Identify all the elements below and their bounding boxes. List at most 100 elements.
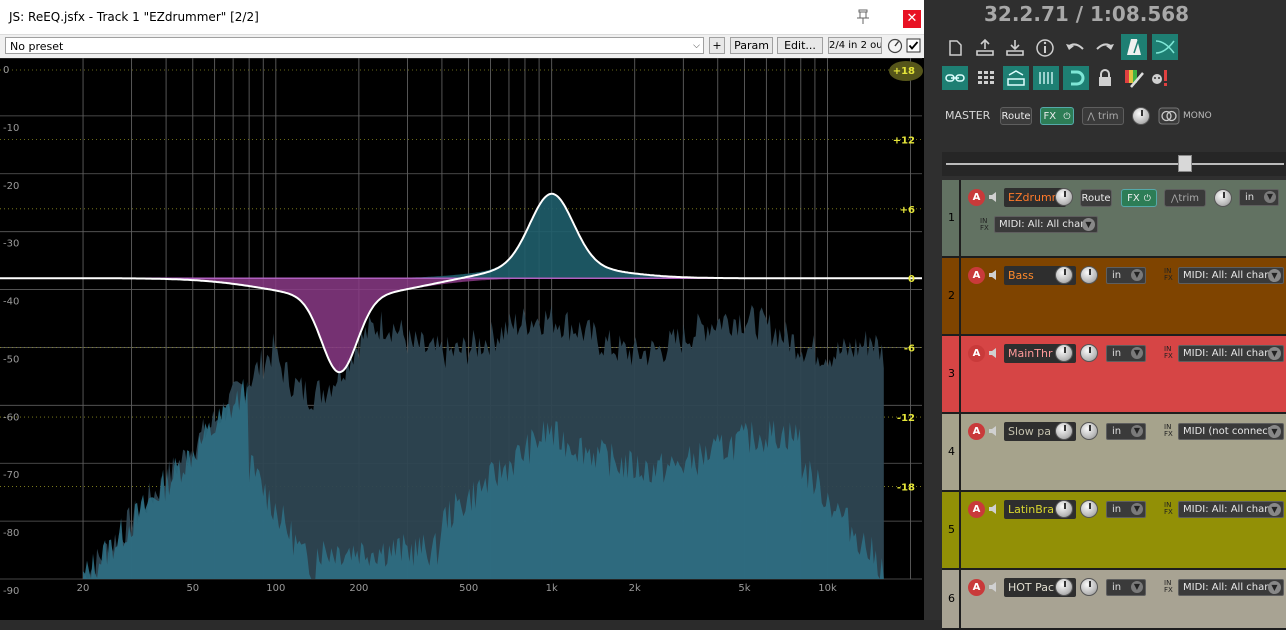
freq-axis-label: 100 (266, 583, 285, 594)
eq-display[interactable]: 0 -10 -20 -30 -40 -50 -60 -70 -80 -90 +18 +12 +6 0 -6 -… (0, 58, 924, 620)
track-row[interactable]: 3 A MainThr in ▼ IN FX MIDI: All: All chan ▼ (942, 336, 1286, 414)
input-fx-icon[interactable]: IN FX (1164, 424, 1173, 438)
speaker-icon[interactable] (988, 581, 1000, 593)
speaker-icon[interactable] (988, 269, 1000, 281)
record-arm-button[interactable]: A (968, 189, 985, 206)
track-number[interactable]: 4 (942, 414, 961, 490)
bypass-checkbox[interactable] (906, 38, 921, 53)
track-volume-knob[interactable] (1055, 344, 1073, 362)
mono-toggle-icon[interactable] (1158, 107, 1180, 125)
io-routing-button[interactable]: 2/4 in 2 ou (828, 37, 882, 54)
track-number[interactable]: 5 (942, 492, 961, 568)
track-row[interactable]: 6 A HOT Pac in ▼ IN FX MIDI: All: All chan ▼ (942, 570, 1286, 630)
chevron-down-icon: ▼ (1082, 218, 1095, 231)
input-fx-icon[interactable]: IN FX (1164, 580, 1173, 594)
crossfade-button[interactable] (1152, 34, 1178, 60)
track-number[interactable]: 2 (942, 258, 961, 334)
gain-axis-label: +12 (893, 135, 915, 146)
time-display[interactable]: 32.2.71 / 1:08.568 (984, 2, 1189, 26)
info-icon[interactable] (1034, 37, 1056, 59)
record-input-select[interactable]: in ▼ (1106, 579, 1146, 596)
record-input-select[interactable]: in ▼ (1106, 501, 1146, 518)
input-fx-icon[interactable]: IN FX (1164, 502, 1173, 516)
slider-thumb[interactable] (1178, 155, 1192, 172)
record-arm-button[interactable]: A (968, 579, 985, 596)
envelope-warning-icon[interactable] (1148, 67, 1170, 89)
snap-grid-button[interactable] (1033, 66, 1059, 90)
record-input-select[interactable]: in ▼ (1106, 267, 1146, 284)
undo-icon[interactable] (1064, 37, 1086, 59)
master-volume-slider[interactable] (942, 152, 1286, 176)
track-row[interactable]: 5 A LatinBra in ▼ IN FX MIDI: All: All chan ▼ (942, 492, 1286, 570)
pin-icon[interactable] (854, 8, 872, 26)
midi-input-select[interactable]: MIDI (not connect ▼ (1178, 423, 1284, 440)
master-pan-knob[interactable] (1132, 107, 1150, 125)
record-arm-button[interactable]: A (968, 345, 985, 362)
track-volume-knob[interactable] (1055, 266, 1073, 284)
preset-select[interactable]: No preset ⌵ (5, 37, 704, 54)
metronome-button[interactable] (1121, 34, 1147, 60)
speaker-icon[interactable] (988, 425, 1000, 437)
master-route-button[interactable]: Route (1000, 107, 1032, 125)
eq-graph[interactable]: 0 -10 -20 -30 -40 -50 -60 -70 -80 -90 +18 +12 +6 0 -6 -… (0, 58, 924, 620)
track-trim-button[interactable]: ⋀trim (1164, 189, 1206, 207)
input-fx-icon[interactable]: IN FX (1164, 268, 1173, 282)
track-row[interactable]: 1AEZdrummerRouteFX⏻⋀trimin▼INFXMIDI: All… (942, 180, 1286, 258)
add-preset-button[interactable]: + (709, 37, 725, 54)
record-arm-button[interactable]: A (968, 501, 985, 518)
redo-icon[interactable] (1094, 37, 1116, 59)
midi-input-select[interactable]: MIDI: All: All chan ▼ (1178, 501, 1284, 518)
close-button[interactable]: ✕ (903, 10, 921, 28)
item-grouping-button[interactable] (1003, 66, 1029, 90)
snap-magnet-button[interactable] (1063, 66, 1089, 90)
speaker-icon[interactable] (988, 347, 1000, 359)
master-fx-button[interactable]: FX ⏻ (1040, 107, 1074, 125)
new-project-icon[interactable] (944, 37, 966, 59)
param-button[interactable]: Param (730, 37, 773, 54)
record-arm-button[interactable]: A (968, 267, 985, 284)
track-volume-knob[interactable] (1055, 188, 1073, 206)
edit-button[interactable]: Edit... (777, 37, 823, 54)
track-pan-knob[interactable] (1080, 578, 1098, 596)
track-pan-knob[interactable] (1080, 344, 1098, 362)
track-route-button[interactable]: Route (1080, 189, 1112, 207)
plugin-titlebar[interactable]: JS: ReEQ.jsfx - Track 1 "EZdrummer" [2/2… (0, 0, 924, 35)
input-fx-icon[interactable]: IN FX (1164, 346, 1173, 360)
track-pan-knob[interactable] (1080, 500, 1098, 518)
track-row[interactable]: 2 A Bass in ▼ IN FX MIDI: All: All chan ▼ (942, 258, 1286, 336)
track-number[interactable]: 1 (942, 180, 961, 256)
grid-icon[interactable] (975, 67, 997, 89)
ripple-edit-button[interactable] (942, 66, 968, 90)
spectrum-analyzer (83, 305, 884, 579)
open-project-icon[interactable] (974, 37, 996, 59)
track-fx-button[interactable]: FX ⏻ (1121, 189, 1157, 207)
track-row[interactable]: 4 A Slow pa in ▼ IN FX MIDI (not connect ▼ (942, 414, 1286, 492)
track-volume-knob[interactable] (1055, 578, 1073, 596)
track-pan-knob[interactable] (1214, 189, 1232, 207)
master-trim-button[interactable]: ⋀ trim (1082, 107, 1124, 125)
save-project-icon[interactable] (1004, 37, 1026, 59)
midi-input-select[interactable]: MIDI: All: All chan ▼ (1178, 579, 1284, 596)
track-volume-knob[interactable] (1055, 422, 1073, 440)
record-input-select[interactable]: in ▼ (1239, 189, 1279, 206)
track-pan-knob[interactable] (1080, 422, 1098, 440)
midi-input-select[interactable]: MIDI: All: All chan ▼ (1178, 345, 1284, 362)
chevron-down-icon: ▼ (1268, 581, 1281, 594)
color-picker-icon[interactable] (1123, 67, 1145, 89)
input-fx-icon[interactable]: IN FX (980, 218, 989, 232)
track-volume-knob[interactable] (1055, 500, 1073, 518)
speaker-icon[interactable] (988, 191, 1000, 203)
track-pan-knob[interactable] (1080, 266, 1098, 284)
record-arm-button[interactable]: A (968, 423, 985, 440)
track-number[interactable]: 6 (942, 570, 961, 628)
slider-track (946, 163, 1284, 165)
track-number[interactable]: 3 (942, 336, 961, 412)
master-label: MASTER (945, 109, 991, 122)
record-input-select[interactable]: in ▼ (1106, 423, 1146, 440)
lock-icon[interactable] (1094, 67, 1116, 89)
midi-input-select[interactable]: MIDI: All: All chan ▼ (994, 216, 1098, 233)
midi-input-select[interactable]: MIDI: All: All chan ▼ (1178, 267, 1284, 284)
record-input-select[interactable]: in ▼ (1106, 345, 1146, 362)
wet-knob-icon[interactable] (887, 38, 903, 54)
speaker-icon[interactable] (988, 503, 1000, 515)
